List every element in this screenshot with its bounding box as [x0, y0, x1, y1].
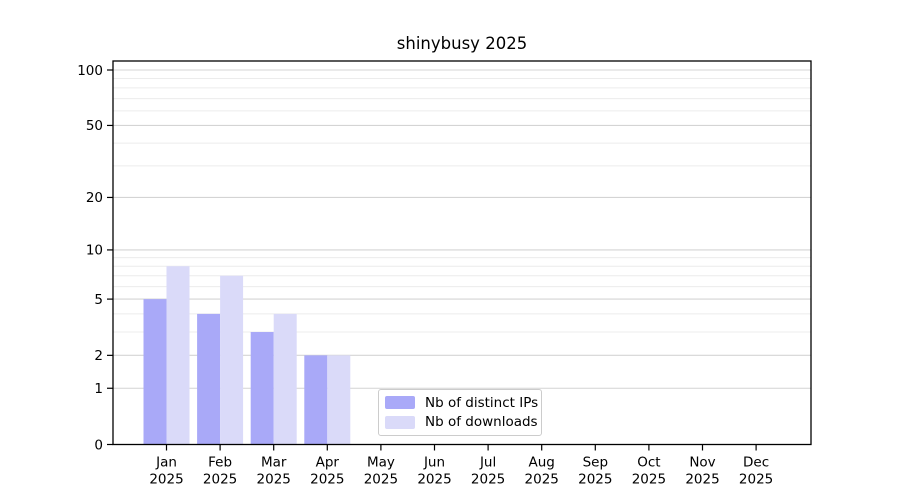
bar-distinct-ips-apr	[304, 355, 328, 445]
legend-label-downloads: Nb of downloads	[425, 414, 538, 431]
bar-distinct-ips-feb	[197, 313, 221, 445]
x-tick-label-apr: Apr	[316, 455, 340, 471]
x-tick-year-apr: 2025	[310, 472, 344, 488]
x-tick-label-dec: Dec	[743, 455, 769, 471]
x-tick-year-jan: 2025	[149, 472, 183, 488]
chart: shinybusy 2025 0 1 2 5 10 20 50 100 Jan 2025 Feb 20…	[0, 0, 900, 500]
x-tick-label-nov: Nov	[689, 455, 715, 471]
x-tick-year-jul: 2025	[471, 472, 505, 488]
x-tick-year-sep: 2025	[578, 472, 612, 488]
y-tick-label-2: 2	[94, 348, 103, 364]
x-tick-label-mar: Mar	[261, 455, 287, 471]
y-tick-label-10: 10	[86, 243, 103, 259]
legend-swatch-distinct-ips	[385, 396, 415, 410]
x-tick-year-dec: 2025	[739, 472, 773, 488]
legend-item-downloads: Nb of downloads	[385, 413, 538, 432]
bar-downloads-feb	[220, 275, 244, 445]
legend-item-distinct-ips: Nb of distinct IPs	[385, 393, 538, 412]
x-tick-year-jun: 2025	[417, 472, 451, 488]
x-tick-label-jan: Jan	[155, 455, 177, 471]
bar-downloads-mar	[273, 313, 297, 445]
x-tick-year-aug: 2025	[525, 472, 559, 488]
x-tick-year-may: 2025	[364, 472, 398, 488]
legend: Nb of distinct IPs Nb of downloads	[378, 389, 542, 436]
x-tick-label-jun: Jun	[423, 455, 445, 471]
bar-downloads-jan	[166, 266, 190, 445]
bar-distinct-ips-jan	[143, 299, 167, 445]
x-tick-label-oct: Oct	[637, 455, 660, 471]
bar-distinct-ips-mar	[250, 332, 274, 445]
x-tick-year-oct: 2025	[632, 472, 666, 488]
x-tick-label-may: May	[367, 455, 395, 471]
legend-swatch-downloads	[385, 415, 415, 429]
x-tick-label-sep: Sep	[583, 455, 608, 471]
y-tick-label-50: 50	[86, 118, 103, 134]
y-tick-label-100: 100	[77, 63, 103, 79]
bar-downloads-apr	[327, 355, 351, 445]
y-tick-label-5: 5	[94, 292, 103, 308]
y-tick-label-20: 20	[86, 190, 103, 206]
x-tick-year-nov: 2025	[685, 472, 719, 488]
x-tick-label-aug: Aug	[529, 455, 555, 471]
x-tick-label-feb: Feb	[208, 455, 232, 471]
x-tick-year-mar: 2025	[257, 472, 291, 488]
x-tick-year-feb: 2025	[203, 472, 237, 488]
x-tick-label-jul: Jul	[479, 455, 496, 471]
y-tick-label-1: 1	[94, 381, 103, 397]
legend-label-distinct-ips: Nb of distinct IPs	[425, 394, 539, 411]
y-tick-label-0: 0	[94, 437, 103, 453]
